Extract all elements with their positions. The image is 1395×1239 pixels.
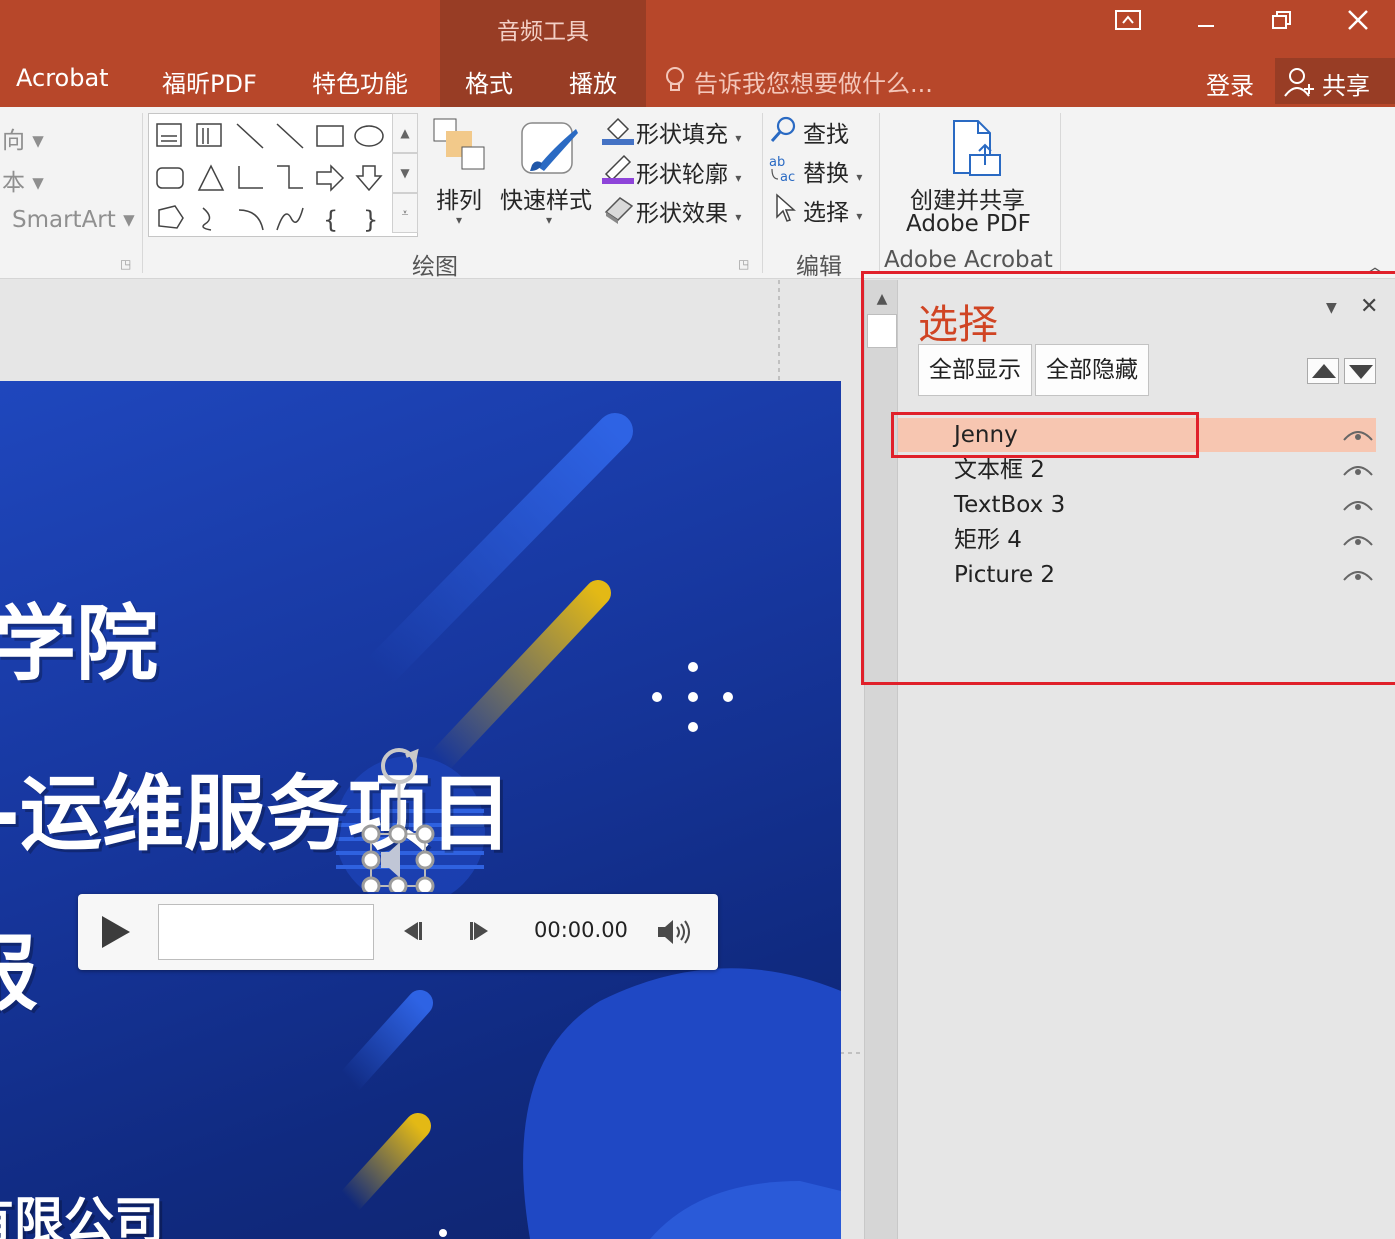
select-cursor-icon (774, 193, 796, 227)
ribbon-separator (762, 113, 763, 273)
shapes-gallery-icons: { } (156, 123, 384, 234)
quick-styles-dropdown-icon[interactable]: ▾ (546, 213, 552, 227)
lightbulb-icon (664, 66, 686, 98)
minimize-icon[interactable] (1186, 8, 1226, 38)
ribbon-separator (142, 113, 143, 273)
arrange-icon (432, 117, 488, 177)
bring-forward-icon[interactable] (1307, 358, 1339, 384)
login-button[interactable]: 登录 (1206, 66, 1254, 101)
svg-text:{: { (323, 206, 338, 234)
text-direction-button[interactable]: 向 ▾ (2, 121, 44, 155)
replace-button[interactable]: 替换 ▾ (803, 154, 862, 188)
selection-item-jenny[interactable]: Jenny (898, 418, 1376, 452)
visibility-eye-icon[interactable] (1342, 531, 1374, 549)
ribbon-display-options-icon[interactable] (1108, 8, 1148, 38)
collapse-ribbon-icon[interactable]: ︿ (1366, 253, 1384, 279)
arrange-dropdown-icon[interactable]: ▾ (456, 213, 462, 227)
selection-item-label: 文本框 2 (954, 457, 1045, 483)
ribbon: 向 ▾ 本 ▾ SmartArt ▾ ◳ {} ▲ ▼ ⩡ 排列 ▾ 快速样式… (0, 107, 1395, 280)
selection-pane: 选择 ▼ ✕ 全部显示 全部隐藏 Jenny 文本框 2 TextBox 3 矩… (898, 280, 1395, 1239)
svg-text:}: } (363, 206, 378, 234)
slide-editing-area[interactable]: 学院 -运维服务项目 报 有限公司 00:00.00 (0, 280, 864, 1239)
visibility-eye-icon[interactable] (1342, 461, 1374, 479)
create-share-line1[interactable]: 创建并共享 (910, 181, 1025, 215)
audio-player: 00:00.00 (78, 894, 718, 970)
selection-pane-title: 选择 (918, 302, 998, 348)
selection-item-label: Jenny (954, 422, 1018, 448)
volume-icon[interactable] (656, 918, 692, 950)
tab-acrobat[interactable]: Acrobat (16, 64, 109, 92)
selection-item-rectangle-4[interactable]: 矩形 4 (898, 523, 1376, 557)
create-share-line2[interactable]: Adobe PDF (906, 211, 1031, 237)
tab-playback[interactable]: 播放 (569, 64, 617, 99)
close-window-icon[interactable] (1338, 8, 1378, 38)
convert-smartart-button[interactable]: SmartArt ▾ (12, 207, 135, 233)
editing-group-label: 编辑 (796, 254, 842, 280)
arrange-button[interactable]: 排列 (436, 181, 482, 215)
play-icon[interactable] (100, 914, 132, 954)
selection-item-label: Picture 2 (954, 562, 1056, 588)
shape-effects-button[interactable]: 形状效果 ▾ (636, 194, 741, 228)
quick-styles-icon (518, 119, 580, 181)
shape-fill-button[interactable]: 形状填充 ▾ (636, 115, 741, 149)
selection-item-textbox-3[interactable]: TextBox 3 (898, 488, 1376, 522)
audio-object-selection[interactable] (356, 742, 442, 892)
slide-footer-company[interactable]: 有限公司 (0, 1181, 164, 1239)
gallery-more-icon[interactable]: ⩡ (392, 193, 418, 233)
pane-close-icon[interactable]: ✕ (1360, 294, 1378, 319)
audio-time-display: 00:00.00 (534, 918, 628, 942)
tell-me-search[interactable]: 告诉我您想要做什么... (694, 64, 933, 99)
shape-fill-icon (602, 113, 634, 149)
shape-outline-button[interactable]: 形状轮廓 ▾ (636, 155, 741, 189)
selection-item-picture-2[interactable]: Picture 2 (898, 558, 1376, 592)
shape-outline-icon (602, 152, 634, 188)
drawing-group-label: 绘图 (412, 254, 458, 280)
align-text-button[interactable]: 本 ▾ (2, 163, 44, 197)
pane-options-chevron-down-icon[interactable]: ▼ (1326, 300, 1337, 316)
tab-format[interactable]: 格式 (465, 64, 513, 99)
svg-text:ab: ab (769, 155, 785, 170)
hide-all-button[interactable]: 全部隐藏 (1035, 344, 1149, 396)
quick-styles-button[interactable]: 快速样式 (500, 181, 592, 215)
svg-text:ac: ac (780, 170, 795, 183)
ribbon-separator (879, 113, 880, 273)
selection-item-textbox-2[interactable]: 文本框 2 (898, 453, 1376, 487)
shapes-gallery[interactable]: { } (148, 113, 418, 237)
skip-forward-icon[interactable] (468, 920, 492, 946)
slide-title-line3[interactable]: 报 (0, 907, 38, 1026)
gallery-scroll-down-icon[interactable]: ▼ (392, 153, 418, 193)
drawing-dialog-launcher-icon[interactable]: ◳ (738, 257, 749, 271)
scrollbar-thumb[interactable] (867, 314, 897, 348)
show-all-button[interactable]: 全部显示 (918, 344, 1032, 396)
ribbon-separator (1060, 113, 1061, 273)
vertical-scrollbar[interactable]: ▲ (864, 280, 898, 1239)
gallery-scroll-up-icon[interactable]: ▲ (392, 113, 418, 153)
share-label: 共享 (1322, 72, 1370, 100)
selection-item-label: 矩形 4 (954, 527, 1022, 553)
share-person-icon (1283, 66, 1317, 102)
audio-tools-label: 音频工具 (497, 19, 589, 45)
paragraph-dialog-launcher-icon[interactable]: ◳ (120, 257, 131, 271)
find-button[interactable]: 查找 (803, 115, 849, 149)
restore-icon[interactable] (1262, 8, 1302, 38)
shape-effects-icon (602, 192, 634, 228)
selection-item-label: TextBox 3 (954, 492, 1066, 518)
select-button[interactable]: 选择 ▾ (803, 193, 862, 227)
scroll-up-icon[interactable]: ▲ (867, 284, 897, 314)
audio-progress-track[interactable] (158, 904, 374, 960)
find-icon (770, 115, 798, 147)
tab-special-features[interactable]: 特色功能 (312, 64, 408, 99)
visibility-eye-icon[interactable] (1342, 566, 1374, 584)
ribbon-tab-bar: 音频工具 Acrobat 福昕PDF 特色功能 格式 播放 告诉我您想要做什么.… (0, 0, 1395, 107)
replace-icon: ab ac (768, 153, 802, 187)
acrobat-group-label: Adobe Acrobat (884, 247, 1053, 273)
slide-title-line1[interactable]: 学院 (0, 577, 158, 696)
visibility-eye-icon[interactable] (1342, 496, 1374, 514)
skip-back-icon[interactable] (400, 920, 424, 946)
create-share-pdf-icon (948, 117, 1004, 183)
visibility-eye-icon[interactable] (1342, 426, 1374, 444)
send-backward-icon[interactable] (1344, 358, 1376, 384)
tab-foxit-pdf[interactable]: 福昕PDF (162, 64, 257, 99)
